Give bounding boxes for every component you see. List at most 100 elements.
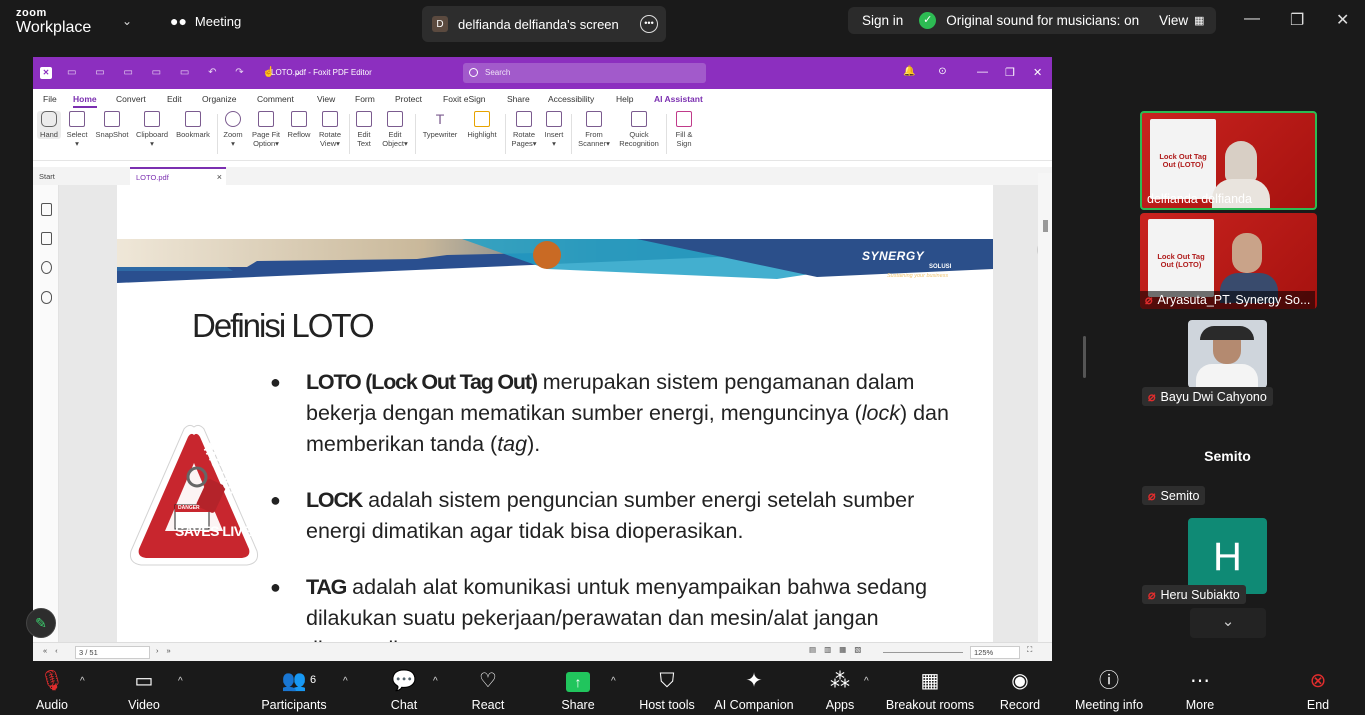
more-button[interactable]: ⋯ More xyxy=(1180,668,1220,712)
snapshot-tool[interactable]: SnapShot xyxy=(93,111,131,139)
view-button[interactable]: View ▦ xyxy=(1159,13,1204,28)
menu-organize[interactable]: Organize xyxy=(202,94,237,104)
end-button[interactable]: ⊗ End xyxy=(1298,668,1338,712)
page-number-input[interactable]: 3 / 51 xyxy=(75,646,150,659)
ribbon-label: Zoom xyxy=(223,130,243,139)
view-mode-icons[interactable]: ▤▥▦▧ xyxy=(809,645,869,654)
react-button[interactable]: ♡ React xyxy=(468,668,508,712)
clipboard-tool[interactable]: Clipboard ▾ xyxy=(134,111,170,149)
typewriter-tool[interactable]: T Typewriter xyxy=(419,111,461,139)
video-options-caret[interactable]: ^ xyxy=(178,676,183,687)
foxit-status-bar: «‹ 3 / 51 ›» ▤▥▦▧ 125% ⛶ xyxy=(33,642,1052,661)
more-options-icon[interactable]: ••• xyxy=(640,15,658,33)
menu-form[interactable]: Form xyxy=(355,94,375,104)
tab-loto-pdf[interactable]: LOTO.pdf × xyxy=(130,167,226,185)
breakout-rooms-button[interactable]: ▦ Breakout rooms xyxy=(884,668,976,712)
attachments-panel-icon[interactable] xyxy=(41,291,52,304)
menu-edit[interactable]: Edit xyxy=(167,94,182,104)
ribbon-label: Page Fit xyxy=(252,130,280,139)
heart-icon: ♡ xyxy=(479,670,497,692)
participant-tile-aryasuta[interactable]: Lock Out Tag Out (LOTO) ⌀ Aryasuta_PT. Sy… xyxy=(1140,213,1317,309)
menu-protect[interactable]: Protect xyxy=(395,94,422,104)
chat-options-caret[interactable]: ^ xyxy=(433,676,438,687)
fx-close-icon[interactable]: ✕ xyxy=(1033,66,1042,79)
meeting-tab[interactable]: ●● Meeting xyxy=(170,13,241,29)
fx-restore-icon[interactable]: ❐ xyxy=(1005,66,1015,79)
menu-home[interactable]: Home xyxy=(73,94,97,108)
minimize-icon[interactable]: — xyxy=(1244,10,1260,28)
participant-avatar-heru[interactable]: H xyxy=(1188,518,1267,594)
participant-tile-delfianda[interactable]: Lock Out Tag Out (LOTO) delfianda delfia… xyxy=(1140,111,1317,210)
menu-ai-assistant[interactable]: AI Assistant xyxy=(654,94,703,104)
apps-options-caret[interactable]: ^ xyxy=(864,676,869,687)
bookmark-panel-icon[interactable] xyxy=(41,203,52,216)
scrollbar-thumb[interactable] xyxy=(1043,220,1048,232)
close-icon[interactable]: ✕ xyxy=(1336,10,1349,30)
participants-button[interactable]: 👥 Participants xyxy=(258,668,330,712)
apps-button[interactable]: ⁂ Apps xyxy=(820,668,860,712)
annotate-pen-icon[interactable]: ✎ xyxy=(26,608,56,638)
quick-recognition-tool[interactable]: Quick Recognition xyxy=(617,111,661,149)
ai-companion-button[interactable]: ✦ AI Companion xyxy=(712,668,796,712)
select-tool[interactable]: Select ▾ xyxy=(65,111,89,149)
insert-tool[interactable]: Insert ▾ xyxy=(542,111,566,149)
close-tab-icon[interactable]: × xyxy=(217,172,222,182)
audio-button[interactable]: 🎙 Audio xyxy=(30,668,74,712)
menu-comment[interactable]: Comment xyxy=(257,94,294,104)
zoom-workplace-logo[interactable]: zoom Workplace xyxy=(16,8,91,36)
hand-tool[interactable]: Hand xyxy=(37,111,61,140)
highlight-tool[interactable]: Highlight xyxy=(464,111,500,139)
menu-accessibility[interactable]: Accessibility xyxy=(548,94,594,104)
zoom-level-input[interactable]: 125% xyxy=(970,646,1020,659)
record-button[interactable]: ◉ Record xyxy=(998,668,1042,712)
sign-in-button[interactable]: Sign in xyxy=(848,13,917,28)
ribbon-divider xyxy=(666,114,667,154)
fill-sign-tool[interactable]: Fill & Sign xyxy=(670,111,698,149)
menu-convert[interactable]: Convert xyxy=(116,94,146,104)
scroll-participants-down-icon[interactable]: ⌄ xyxy=(1190,608,1266,638)
host-tools-button[interactable]: ⛉ Host tools xyxy=(637,668,697,712)
rotate-pages-tool[interactable]: Rotate Pages▾ xyxy=(509,111,539,149)
participants-options-caret[interactable]: ^ xyxy=(343,676,348,687)
rotate-pages-icon xyxy=(516,111,532,127)
tab-start[interactable]: Start xyxy=(39,172,55,181)
menu-foxit-esign[interactable]: Foxit eSign xyxy=(443,94,486,104)
restore-icon[interactable]: ❐ xyxy=(1290,10,1304,30)
edit-object-tool[interactable]: Edit Object▾ xyxy=(379,111,411,149)
fullscreen-icon[interactable]: ⛶ xyxy=(1027,645,1032,655)
page-nav-first-prev[interactable]: «‹ xyxy=(43,646,66,655)
share-options-caret[interactable]: ^ xyxy=(611,676,616,687)
page-fit-option[interactable]: Page Fit Option▾ xyxy=(250,111,282,149)
sign-text-danger: DANGER xyxy=(178,505,200,511)
bookmark-tool[interactable]: Bookmark xyxy=(174,111,212,139)
video-button[interactable]: ▭ Video xyxy=(122,668,166,712)
reflow-tool[interactable]: Reflow xyxy=(286,111,312,139)
audio-options-caret[interactable]: ^ xyxy=(80,676,85,687)
sound-status[interactable]: Original sound for musicians: on xyxy=(946,13,1139,28)
fx-minimize-icon[interactable]: — xyxy=(977,66,988,78)
menu-help[interactable]: Help xyxy=(616,94,633,104)
share-button[interactable]: ↑ Share xyxy=(558,668,598,712)
meeting-info-button[interactable]: ⓘ Meeting info xyxy=(1070,668,1148,712)
menu-file[interactable]: File xyxy=(43,94,57,104)
comments-panel-icon[interactable] xyxy=(41,261,52,274)
vertical-scrollbar[interactable] xyxy=(1038,173,1052,643)
participant-video-bayu[interactable] xyxy=(1188,320,1267,388)
search-input[interactable]: Search xyxy=(463,63,706,83)
participant-big-name-semito[interactable]: Semito xyxy=(1188,448,1267,464)
zoom-tool[interactable]: Zoom ▾ xyxy=(221,111,245,149)
edit-text-tool[interactable]: Edit Text xyxy=(353,111,375,149)
chevron-down-icon[interactable]: ⌄ xyxy=(122,14,132,28)
panel-resize-handle[interactable] xyxy=(1083,336,1086,378)
menu-share[interactable]: Share xyxy=(507,94,530,104)
bell-and-account-icons[interactable]: 🔔 ⊙ xyxy=(903,66,957,77)
rotate-view-tool[interactable]: Rotate View▾ xyxy=(316,111,344,149)
chat-button[interactable]: 💬 Chat xyxy=(384,668,424,712)
page-nav-next-last[interactable]: ›» xyxy=(156,646,179,655)
from-scanner-tool[interactable]: From Scanner▾ xyxy=(575,111,613,149)
zoom-slider[interactable] xyxy=(883,652,963,653)
shared-screen-tab[interactable]: D delfianda delfianda's screen ••• xyxy=(422,6,666,42)
pages-panel-icon[interactable] xyxy=(41,232,52,245)
brand-top: zoom xyxy=(16,7,47,19)
menu-view[interactable]: View xyxy=(317,94,335,104)
